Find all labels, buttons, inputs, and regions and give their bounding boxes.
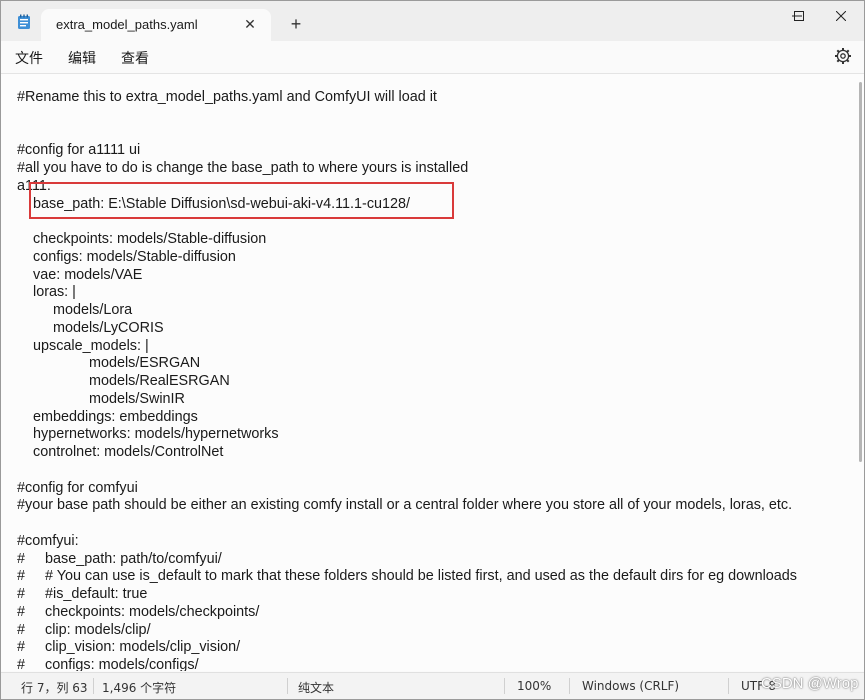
status-divider — [287, 678, 288, 694]
tab-close-icon[interactable]: ✕ — [239, 13, 261, 35]
editor-line: #config for a1111 ui — [17, 142, 141, 159]
title-bar: extra_model_paths.yaml ✕ + — [1, 1, 864, 41]
editor-line: # # You can use is_default to mark that … — [17, 568, 797, 585]
editor-line: vae: models/VAE — [17, 266, 143, 283]
maximize-icon — [794, 11, 804, 21]
editor-line: # base_path: path/to/comfyui/ — [17, 550, 222, 567]
status-char-count: 1,496 个字符 — [102, 681, 177, 695]
tab-extra-model-paths[interactable]: extra_model_paths.yaml ✕ — [41, 9, 271, 41]
editor-line: checkpoints: models/Stable-diffusion — [17, 231, 267, 247]
settings-gear-icon[interactable] — [834, 47, 852, 65]
status-zoom[interactable]: 100% — [517, 679, 551, 693]
status-bar: 行 7，列 63 1,496 个字符 纯文本 100% Windows (CRL… — [1, 672, 864, 699]
editor-line: # checkpoints: models/checkpoints/ — [17, 603, 260, 620]
editor-line: hypernetworks: models/hypernetworks — [17, 426, 279, 443]
editor-line: loras: | — [17, 284, 76, 301]
editor-line: # clip_vision: models/clip_vision/ — [17, 639, 241, 656]
editor-line: # clip: models/clip/ — [17, 621, 151, 638]
status-format: 纯文本 — [298, 681, 335, 695]
editor-line: #Rename this to extra_model_paths.yaml a… — [17, 89, 437, 105]
editor-line: controlnet: models/ControlNet — [17, 444, 224, 460]
editor-line: configs: models/Stable-diffusion — [17, 248, 236, 265]
editor-line: # #is_default: true — [17, 586, 148, 602]
editor-line: models/ESRGAN — [17, 355, 201, 372]
maximize-button[interactable] — [774, 1, 820, 33]
close-window-button[interactable] — [818, 1, 864, 33]
csdn-watermark: CSDN @Wrop — [761, 675, 859, 692]
editor-line: #your base path should be either an exis… — [17, 497, 793, 514]
highlight-box-base-path — [29, 182, 454, 219]
status-cursor-position: 行 7，列 63 — [21, 681, 88, 695]
status-divider — [93, 678, 94, 694]
editor-line: embeddings: embeddings — [17, 408, 198, 425]
editor-line: upscale_models: | — [17, 337, 149, 354]
vertical-scrollbar[interactable] — [859, 82, 862, 462]
editor-line: #all you have to do is change the base_p… — [17, 160, 469, 176]
editor-line: #config for comfyui — [17, 479, 138, 496]
text-editor-area[interactable]: #Rename this to extra_model_paths.yaml a… — [1, 74, 864, 671]
editor-line: models/Lora — [17, 302, 133, 318]
editor-line: models/SwinIR — [17, 390, 185, 407]
notepad-app-icon — [18, 14, 30, 29]
status-line-ending: Windows (CRLF) — [582, 679, 680, 693]
menu-bar: 文件 编辑 查看 — [1, 41, 864, 74]
tab-title: extra_model_paths.yaml — [56, 17, 198, 32]
menu-view[interactable]: 查看 — [121, 48, 149, 68]
status-divider — [728, 678, 729, 694]
menu-file[interactable]: 文件 — [15, 48, 43, 68]
status-divider — [504, 678, 505, 694]
status-divider — [569, 678, 570, 694]
notepad-window: extra_model_paths.yaml ✕ + 文件 编辑 查看 #Ren… — [0, 0, 865, 700]
editor-line: # configs: models/configs/ — [17, 657, 199, 671]
new-tab-button[interactable]: + — [285, 13, 307, 35]
menu-edit[interactable]: 编辑 — [68, 48, 96, 68]
close-icon — [836, 11, 846, 21]
editor-line: models/LyCORIS — [17, 319, 164, 336]
editor-line: models/RealESRGAN — [17, 373, 230, 389]
editor-line: #comfyui: — [17, 532, 79, 549]
